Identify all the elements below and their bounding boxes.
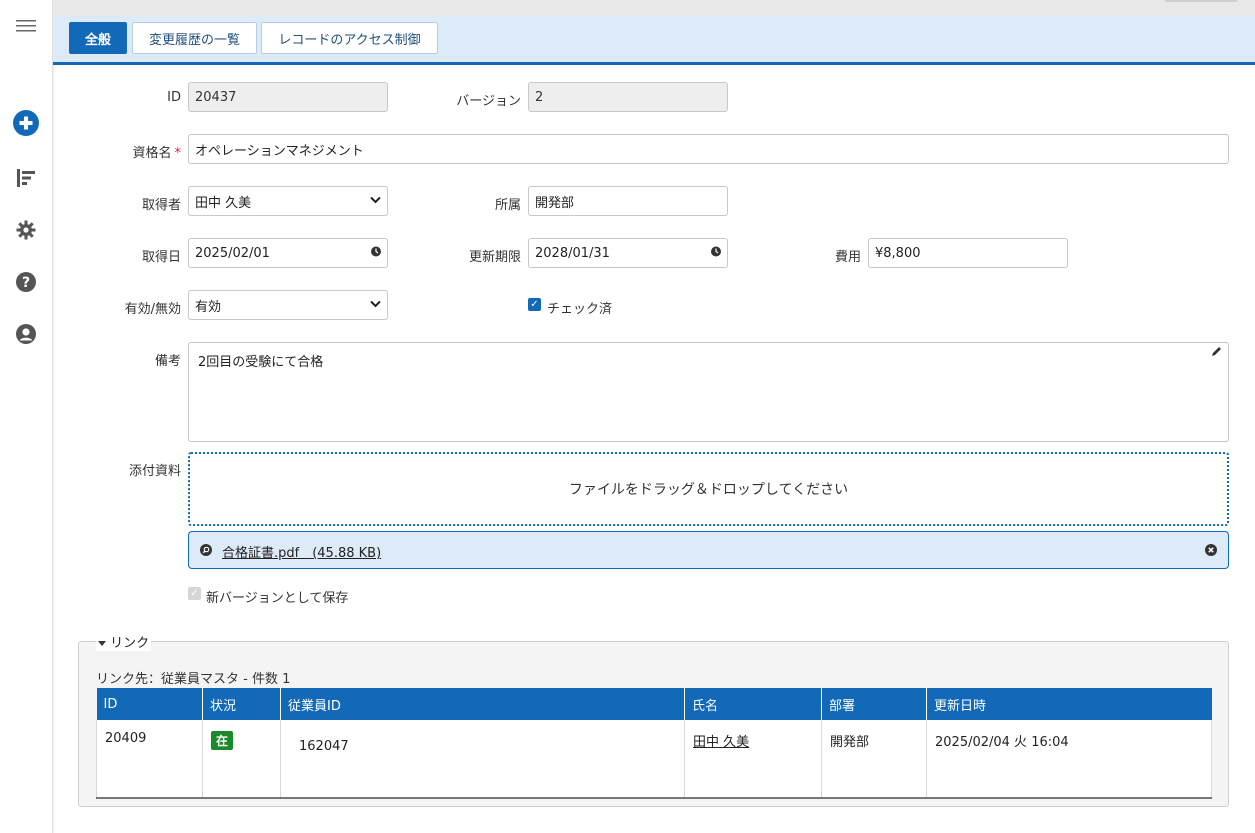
tab-history[interactable]: 変更履歴の一覧 bbox=[132, 22, 257, 54]
dept-label: 所属 bbox=[494, 198, 521, 213]
qualification-name-value: オペレーションマネジメント bbox=[195, 143, 364, 159]
id-label: ID bbox=[167, 90, 181, 105]
expiry-label: 更新期限 bbox=[468, 250, 521, 265]
links-table: ID 状況 従業員ID 氏名 部署 更新日時 20409 在 162047 田中… bbox=[96, 688, 1212, 799]
status-badge: 在 bbox=[211, 731, 234, 750]
col-name[interactable]: 氏名 bbox=[684, 688, 822, 720]
name-label-text: 資格名 bbox=[132, 146, 172, 161]
notes-value: 2回目の受験にて合格 bbox=[198, 355, 324, 370]
add-icon[interactable] bbox=[13, 110, 39, 136]
links-legend-label: リンク bbox=[110, 636, 150, 651]
remove-attachment-icon[interactable] bbox=[1205, 544, 1217, 560]
checked-label: チェック済 bbox=[547, 302, 613, 317]
id-field: 20437 bbox=[188, 82, 388, 112]
col-status[interactable]: 状況 bbox=[202, 688, 281, 720]
tab-access-control[interactable]: レコードのアクセス制御 bbox=[261, 22, 438, 54]
links-caption: リンク先：従業員マスタ - 件数 1 bbox=[96, 672, 291, 687]
holder-value: 田中 久美 bbox=[195, 195, 252, 211]
save-version-label: 新バージョンとして保存 bbox=[206, 591, 349, 606]
cost-input[interactable]: ¥8,800 bbox=[868, 238, 1068, 268]
holder-label: 取得者 bbox=[141, 198, 181, 213]
file-dropzone[interactable]: ファイルをドラッグ＆ドロップしてください bbox=[188, 452, 1229, 526]
expiry-date-input[interactable]: 2028/01/31 bbox=[528, 238, 728, 268]
links-legend[interactable]: リンク bbox=[96, 632, 152, 651]
sidebar: ? bbox=[0, 0, 53, 833]
sort-icon[interactable] bbox=[13, 165, 39, 191]
gear-icon[interactable] bbox=[13, 217, 39, 243]
cost-value: ¥8,800 bbox=[875, 245, 921, 261]
acquired-label: 取得日 bbox=[141, 250, 181, 265]
expiry-date-value: 2028/01/31 bbox=[535, 245, 610, 261]
table-row[interactable]: 20409 在 162047 田中 久美 開発部 2025/02/04 火 16… bbox=[96, 720, 1212, 799]
name-label: 資格名 * bbox=[90, 142, 181, 161]
acquired-date-input[interactable]: 2025/02/01 bbox=[188, 238, 388, 268]
col-employee-id[interactable]: 従業員ID bbox=[280, 688, 685, 720]
required-mark: * bbox=[174, 146, 182, 161]
holder-select[interactable]: 田中 久美 bbox=[188, 186, 388, 216]
pencil-icon[interactable] bbox=[1211, 346, 1222, 361]
version-label: バージョン bbox=[456, 94, 521, 109]
cell-employee-id: 162047 bbox=[280, 720, 685, 799]
menu-icon[interactable] bbox=[13, 13, 39, 39]
attachment-link[interactable]: 合格証書.pdf (45.88 KB) bbox=[222, 542, 381, 561]
checked-checkbox[interactable]: ✓ bbox=[528, 298, 541, 311]
version-value: 2 bbox=[535, 89, 544, 105]
valid-select[interactable]: 有効 bbox=[188, 290, 388, 320]
cost-label: 費用 bbox=[834, 250, 861, 265]
valid-value: 有効 bbox=[195, 299, 222, 315]
cell-updated: 2025/02/04 火 16:04 bbox=[926, 720, 1212, 799]
qualification-name-input[interactable]: オペレーションマネジメント bbox=[188, 134, 1229, 164]
save-version-checkbox: ✓ bbox=[188, 587, 201, 600]
notes-label: 備考 bbox=[154, 354, 181, 369]
clock-icon[interactable] bbox=[371, 246, 381, 260]
help-icon[interactable]: ? bbox=[13, 269, 39, 295]
dept-input[interactable]: 開発部 bbox=[528, 186, 728, 216]
cell-dept: 開発部 bbox=[821, 720, 927, 799]
attach-label: 添付資料 bbox=[128, 464, 181, 479]
user-icon[interactable] bbox=[13, 321, 39, 347]
top-strip-handle bbox=[1165, 0, 1237, 2]
cell-status: 在 bbox=[202, 720, 281, 799]
svg-text:?: ? bbox=[22, 275, 30, 291]
caret-down-icon bbox=[98, 636, 106, 651]
notes-textarea[interactable]: 2回目の受験にて合格 bbox=[188, 342, 1229, 442]
employee-name-link[interactable]: 田中 久美 bbox=[693, 735, 749, 750]
col-updated[interactable]: 更新日時 bbox=[926, 688, 1212, 720]
tab-bar: 全般 変更履歴の一覧 レコードのアクセス制御 bbox=[53, 16, 1255, 65]
clock-icon[interactable] bbox=[711, 246, 721, 260]
top-strip bbox=[53, 0, 1255, 16]
id-value: 20437 bbox=[195, 89, 237, 105]
dropzone-text: ファイルをドラッグ＆ドロップしてください bbox=[568, 482, 849, 498]
chevron-down-icon bbox=[370, 300, 381, 311]
acquired-date-value: 2025/02/01 bbox=[195, 245, 270, 261]
cell-id: 20409 bbox=[96, 720, 203, 799]
tab-general[interactable]: 全般 bbox=[69, 22, 127, 54]
col-id[interactable]: ID bbox=[96, 688, 203, 720]
attachment-item: 合格証書.pdf (45.88 KB) bbox=[188, 531, 1229, 569]
cell-name: 田中 久美 bbox=[684, 720, 822, 799]
version-field: 2 bbox=[528, 82, 728, 112]
table-header-row: ID 状況 従業員ID 氏名 部署 更新日時 bbox=[96, 688, 1212, 720]
valid-label: 有効/無効 bbox=[124, 302, 181, 317]
dept-value: 開発部 bbox=[535, 195, 575, 211]
search-icon[interactable] bbox=[200, 544, 212, 560]
chevron-down-icon bbox=[370, 196, 381, 207]
col-dept[interactable]: 部署 bbox=[821, 688, 927, 720]
